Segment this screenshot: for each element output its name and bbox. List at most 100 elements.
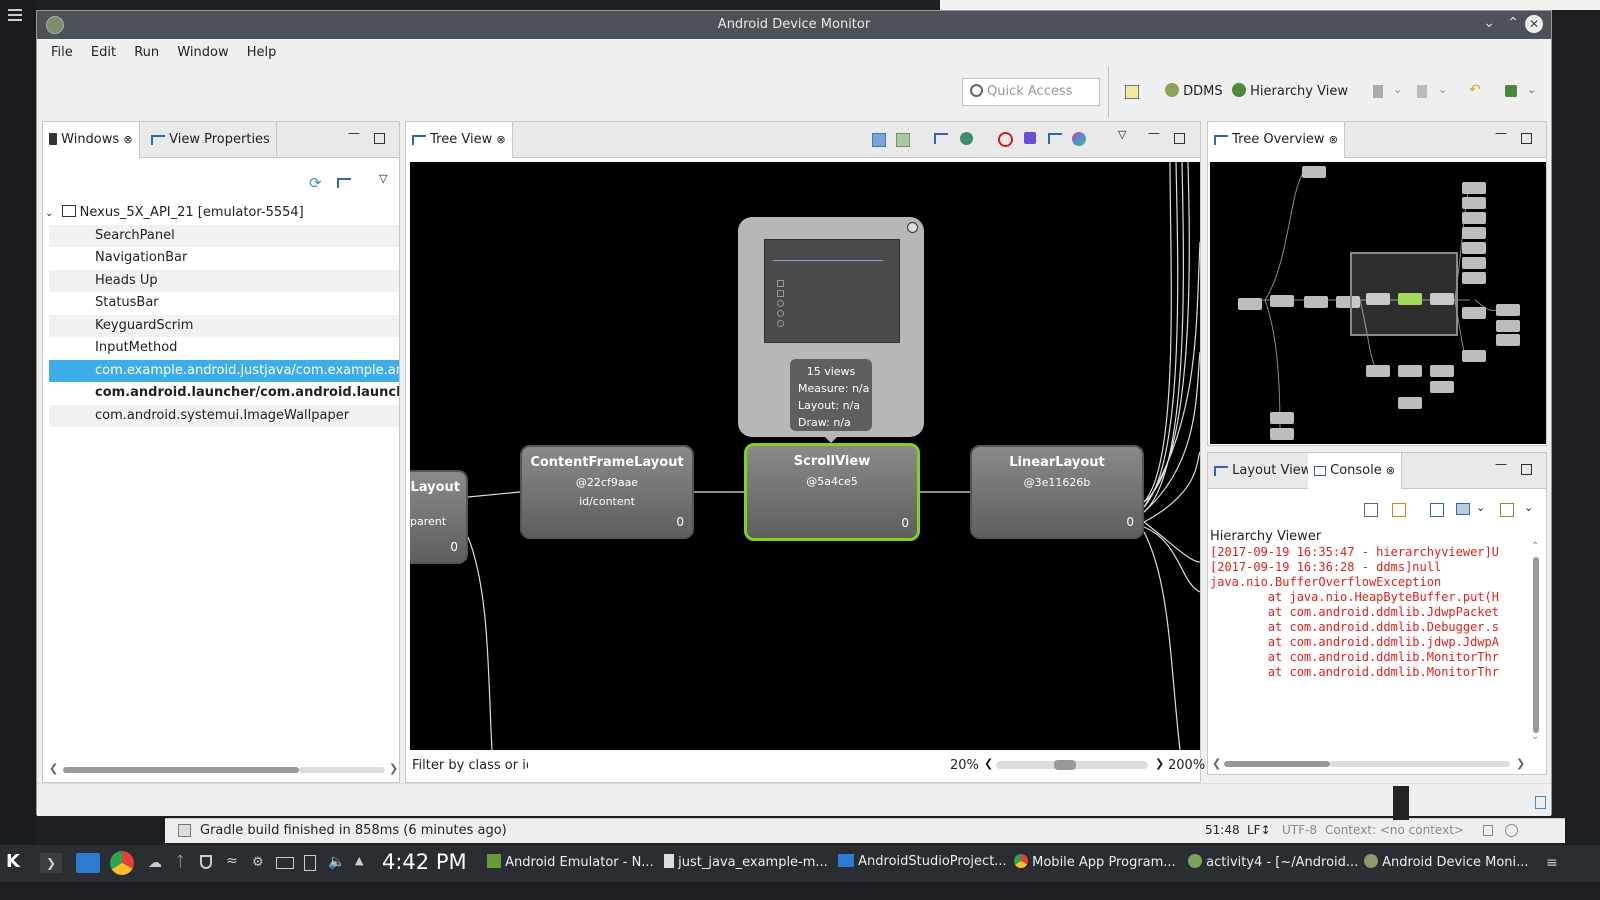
- scroll-thumb[interactable]: [1224, 761, 1330, 767]
- back-arrow-icon[interactable]: ↶: [1469, 82, 1481, 98]
- cloud-icon[interactable]: ☁: [148, 855, 162, 871]
- task-mobile-app-program[interactable]: Mobile App Program...: [1014, 854, 1176, 870]
- hamburger-menu-icon[interactable]: [8, 9, 22, 21]
- scroll-right-icon[interactable]: ❯: [389, 762, 398, 775]
- close-tab-icon[interactable]: ⊗: [1329, 133, 1338, 146]
- window-list-item-selected[interactable]: com.example.android.justjava/com.example…: [49, 360, 399, 382]
- task-activity4[interactable]: activity4 - [~/Android...: [1188, 854, 1358, 870]
- dump-display-list-icon[interactable]: [1048, 133, 1062, 144]
- window-list-item[interactable]: Heads Up: [49, 270, 399, 292]
- device-dropdown-icon[interactable]: ⌄: [1527, 83, 1536, 96]
- invalidate-icon[interactable]: [998, 132, 1013, 147]
- console-output[interactable]: [2017-09-19 16:35:47 - hierarchyviewer]U…: [1208, 545, 1530, 757]
- tab-windows[interactable]: Windows ⊗: [43, 122, 140, 158]
- maximize-panel-icon[interactable]: [1521, 464, 1532, 475]
- tree-node-linearlayout[interactable]: LinearLayout @3e11626b 0: [970, 445, 1144, 539]
- tab-layout-view[interactable]: Layout View: [1208, 453, 1319, 489]
- kde-launcher-icon[interactable]: K: [6, 851, 28, 875]
- close-tab-icon[interactable]: ⊗: [496, 133, 505, 146]
- window-list-item[interactable]: StatusBar: [49, 292, 399, 314]
- display-view-icon[interactable]: [934, 133, 948, 144]
- maximize-panel-icon[interactable]: [1521, 133, 1532, 144]
- window-list-item[interactable]: KeyguardScrim: [49, 315, 399, 337]
- task-android-device-monitor[interactable]: Android Device Moni...: [1364, 854, 1529, 870]
- save-png-icon[interactable]: [872, 133, 886, 147]
- clear-console-icon[interactable]: [1364, 503, 1378, 517]
- cursor-position[interactable]: 51:48: [1205, 823, 1240, 837]
- open-console-dropdown-icon[interactable]: ⌄: [1524, 501, 1533, 514]
- menu-run[interactable]: Run: [134, 45, 159, 60]
- file-encoding[interactable]: UTF-8: [1282, 823, 1317, 837]
- refresh-icon[interactable]: ⟳: [309, 174, 322, 192]
- task-just-java[interactable]: just_java_example-m...: [664, 854, 828, 870]
- menu-edit[interactable]: Edit: [91, 45, 116, 60]
- scroll-right-icon[interactable]: ❯: [1516, 757, 1525, 770]
- device-tree-row[interactable]: ⌄ Nexus_5X_API_21 [emulator-5554]: [45, 202, 304, 224]
- window-list-item[interactable]: NavigationBar: [49, 247, 399, 269]
- scroll-left-icon[interactable]: ❮: [1212, 757, 1221, 770]
- scroll-thumb[interactable]: [1533, 557, 1539, 733]
- hierarchy-view-perspective-button[interactable]: Hierarchy View: [1232, 83, 1348, 99]
- line-separator[interactable]: LF↕: [1247, 823, 1271, 837]
- tooltip-pin-icon[interactable]: [907, 222, 918, 233]
- scroll-up-icon[interactable]: ⌃: [1531, 541, 1539, 552]
- task-android-emulator[interactable]: Android Emulator - N...: [487, 854, 654, 870]
- tree-overview-canvas[interactable]: [1210, 162, 1546, 444]
- volume-icon[interactable]: 🔈: [328, 854, 345, 870]
- zoom-slider-thumb[interactable]: [1054, 760, 1076, 770]
- menu-window[interactable]: Window: [177, 45, 228, 60]
- ddms-perspective-button[interactable]: DDMS: [1165, 83, 1223, 99]
- tab-tree-overview[interactable]: Tree Overview ⊗: [1208, 122, 1345, 158]
- wifi-icon[interactable]: ≈: [226, 853, 238, 869]
- view-menu-icon[interactable]: ▽: [1118, 128, 1126, 141]
- window-list-item[interactable]: SearchPanel: [49, 225, 399, 247]
- lock-icon[interactable]: [1483, 825, 1493, 836]
- horizontal-scrollbar[interactable]: ❮ ❯: [47, 762, 398, 778]
- battery-icon[interactable]: [276, 857, 294, 869]
- maximize-window-icon[interactable]: ⌃: [1507, 15, 1519, 31]
- clock[interactable]: 4:42 PM: [382, 850, 467, 874]
- console-horizontal-scrollbar[interactable]: ❮ ❯: [1210, 757, 1530, 771]
- file-manager-icon[interactable]: [76, 853, 100, 873]
- zoom-increase-icon[interactable]: ❯: [1155, 757, 1164, 770]
- view-menu-icon[interactable]: ▽: [379, 172, 387, 185]
- menu-help[interactable]: Help: [247, 45, 277, 60]
- network-icon[interactable]: ⚙: [252, 855, 264, 870]
- zoom-decrease-icon[interactable]: ❮: [984, 757, 993, 770]
- quick-access-input[interactable]: Quick Access: [962, 78, 1100, 106]
- window-list-item-focused[interactable]: com.android.launcher/com.android.launche…: [49, 382, 399, 404]
- tree-node-contentframelayout[interactable]: ContentFrameLayout @22cf9aae id/content …: [520, 445, 694, 539]
- tray-expand-icon[interactable]: ▲: [355, 854, 363, 867]
- scroll-left-icon[interactable]: ❮: [49, 762, 58, 775]
- load-hierarchy-dropdown-icon[interactable]: ⌄: [1393, 83, 1402, 96]
- minimize-window-icon[interactable]: ⌄: [1483, 15, 1495, 31]
- display-console-icon[interactable]: [1456, 503, 1470, 515]
- display-console-dropdown-icon[interactable]: ⌄: [1476, 501, 1485, 514]
- inspect-screenshot-icon[interactable]: [1417, 85, 1427, 98]
- menu-file[interactable]: File: [51, 45, 73, 60]
- zoom-slider[interactable]: [996, 760, 1148, 770]
- clipboard-icon[interactable]: [304, 855, 316, 871]
- task-android-studio-projects[interactable]: AndroidStudioProject...: [838, 854, 1007, 869]
- status-checkbox-icon[interactable]: [178, 824, 191, 837]
- tab-console[interactable]: Console ⊗: [1308, 453, 1403, 489]
- capture-layers-icon[interactable]: [896, 133, 910, 147]
- tree-canvas[interactable]: yLayout parent 0 ContentFrameLayout @22c…: [410, 162, 1200, 750]
- minimize-panel-icon[interactable]: —: [1495, 457, 1507, 471]
- tab-tree-view[interactable]: Tree View ⊗: [406, 122, 513, 158]
- console-vertical-scrollbar[interactable]: ⌃ ⌄: [1530, 541, 1542, 749]
- device-icon[interactable]: [1505, 85, 1517, 97]
- maximize-panel-icon[interactable]: [374, 133, 385, 144]
- title-bar[interactable]: Android Device Monitor ⌄ ⌃ ✕: [37, 11, 1551, 39]
- expand-chevron-icon[interactable]: ⌄: [45, 208, 53, 219]
- minimize-panel-icon[interactable]: —: [1148, 126, 1160, 140]
- shield-icon[interactable]: [200, 855, 212, 869]
- inspector-icon[interactable]: [1505, 824, 1518, 837]
- maximize-panel-icon[interactable]: [1174, 133, 1185, 144]
- open-perspective-icon[interactable]: [1125, 85, 1139, 99]
- inspect-screenshot-dropdown-icon[interactable]: ⌄: [1438, 83, 1447, 96]
- context-label[interactable]: Context: <no context>: [1325, 823, 1464, 837]
- load-view-hierarchy-icon[interactable]: [337, 178, 351, 188]
- close-tab-icon[interactable]: ⊗: [123, 133, 132, 146]
- window-list-item[interactable]: InputMethod: [49, 337, 399, 359]
